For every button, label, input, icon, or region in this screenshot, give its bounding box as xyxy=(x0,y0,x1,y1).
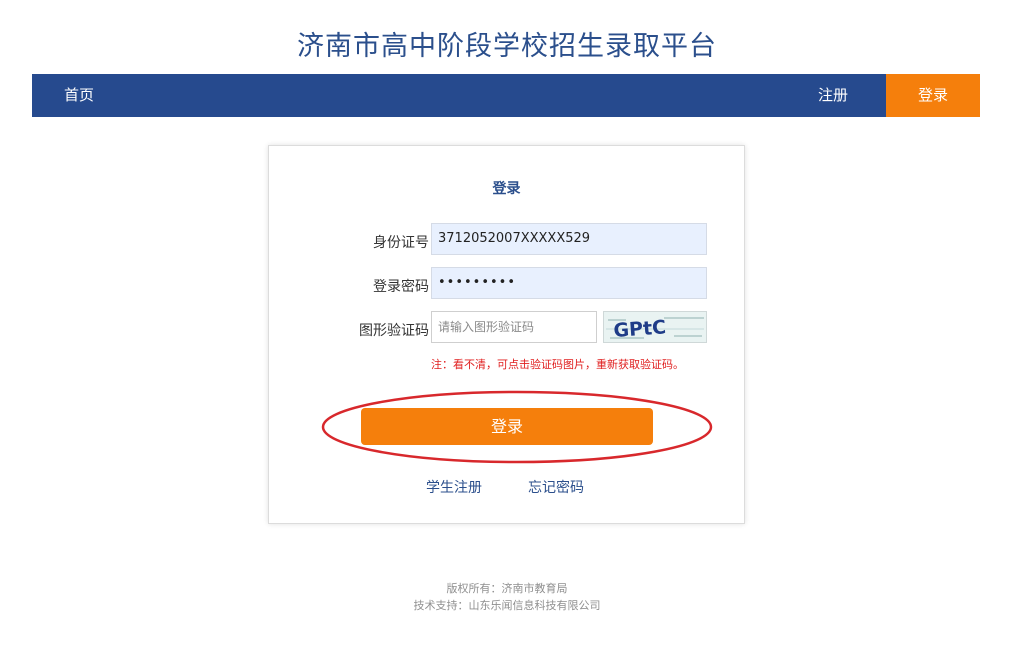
password-label: 登录密码 xyxy=(373,279,429,295)
captcha-text: GPtC xyxy=(613,316,667,342)
captcha-image[interactable]: GPtC xyxy=(603,311,707,343)
captcha-image-graphic: GPtC xyxy=(606,316,704,342)
footer-copyright: 版权所有：济南市教育局 xyxy=(446,582,568,595)
nav-register-link[interactable]: 注册 xyxy=(818,74,848,117)
captcha-hint: 注：看不清，可点击验证码图片，重新获取验证码。 xyxy=(431,358,684,371)
forgot-password-link[interactable]: 忘记密码 xyxy=(528,477,584,497)
password-field[interactable]: ••••••••• xyxy=(431,267,707,299)
id-number-label: 身份证号 xyxy=(373,235,429,251)
student-register-link[interactable]: 学生注册 xyxy=(426,477,482,497)
nav-login-link[interactable]: 登录 xyxy=(886,74,980,117)
nav-home-link[interactable]: 首页 xyxy=(64,74,94,117)
footer-support: 技术支持：山东乐闻信息科技有限公司 xyxy=(413,599,601,612)
login-card: 登录 身份证号 3712052007XXXXX529 登录密码 ••••••••… xyxy=(268,145,745,524)
site-title: 济南市高中阶段学校招生录取平台 xyxy=(297,31,717,62)
login-submit-button[interactable]: 登录 xyxy=(361,408,653,445)
top-navbar: 首页 注册 登录 xyxy=(32,74,980,117)
id-number-field[interactable]: 3712052007XXXXX529 xyxy=(431,223,707,255)
captcha-input[interactable] xyxy=(431,311,597,343)
captcha-label: 图形验证码 xyxy=(359,323,429,339)
login-card-title: 登录 xyxy=(492,181,521,197)
